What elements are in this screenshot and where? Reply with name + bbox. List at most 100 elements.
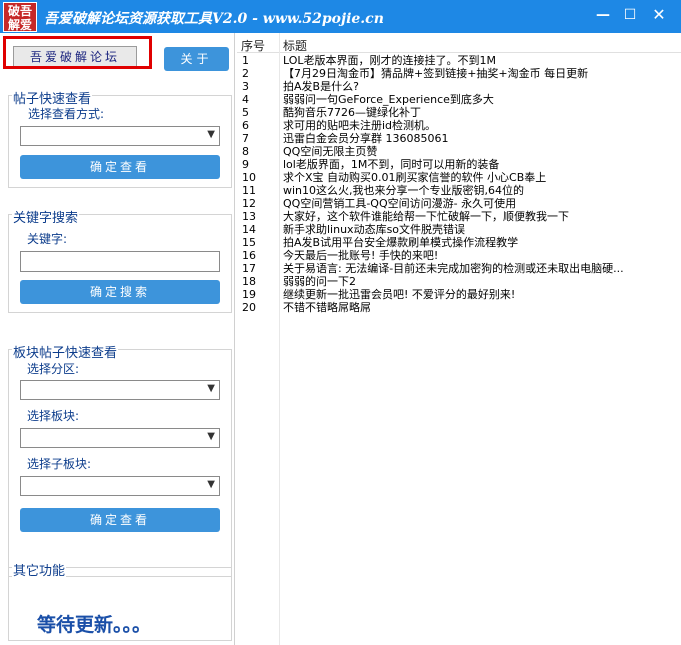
row-number: 10 — [242, 171, 256, 184]
table-row[interactable]: 18 弱弱的问一下2 — [237, 275, 681, 288]
view-mode-label: 选择查看方式: — [28, 107, 105, 121]
quick-view-confirm-button[interactable]: 确定查看 — [20, 155, 220, 179]
row-number: 13 — [242, 210, 256, 223]
keyword-search-button[interactable]: 确定搜索 — [20, 280, 220, 304]
row-number: 8 — [242, 145, 249, 158]
window-title: 吾爱破解论坛资源获取工具V2.0 - www.52pojie.cn — [44, 11, 384, 27]
row-title: 继续更新一批迅雷会员吧! 不爱评分的最好别来! — [283, 288, 516, 301]
keyword-search-title: 关键字搜索 — [12, 207, 80, 226]
table-row[interactable]: 4 弱弱问一句GeForce_Experience到底多大 — [237, 93, 681, 106]
row-title: QQ空间无限主页赞 — [283, 145, 378, 158]
keyword-label: 关键字: — [27, 232, 68, 246]
row-number: 6 — [242, 119, 249, 132]
row-number: 15 — [242, 236, 256, 249]
row-title: QQ空间营销工具-QQ空间访问漫游- 永久可使用 — [283, 197, 517, 210]
row-number: 4 — [242, 93, 249, 106]
thread-list[interactable]: 序号 标题 1 LOL老版本界面，刚才的连接挂了。不到1M 2 【7月29日淘金币】猜… — [237, 33, 681, 645]
table-row[interactable]: 16 今天最后一批账号! 手快的来吧! — [237, 249, 681, 262]
board-view-group: 板块帖子快速查看 选择分区: ▼ 选择板块: ▼ 选择子板块: ▼ 确定查看 — [8, 342, 232, 577]
row-number: 3 — [242, 80, 249, 93]
table-row[interactable]: 20 不错不错略屌略屌 — [237, 301, 681, 314]
table-row[interactable]: 8 QQ空间无限主页赞 — [237, 145, 681, 158]
board-view-title: 板块帖子快速查看 — [12, 342, 119, 361]
row-title: 新手求助linux动态库so文件脱壳错误 — [283, 223, 466, 236]
table-row[interactable]: 14 新手求助linux动态库so文件脱壳错误 — [237, 223, 681, 236]
row-number: 18 — [242, 275, 256, 288]
table-row[interactable]: 3 拍A发B是什么? — [237, 80, 681, 93]
row-title: 今天最后一批账号! 手快的来吧! — [283, 249, 439, 262]
subboard-label: 选择子板块: — [27, 457, 92, 471]
row-number: 14 — [242, 223, 256, 236]
table-row[interactable]: 11 win10这么火,我也来分享一个专业版密钥,64位的 — [237, 184, 681, 197]
row-title: 拍A发B试用平台安全爆款刷单模式操作流程教学 — [283, 236, 519, 249]
row-number: 1 — [242, 54, 249, 67]
table-row[interactable]: 17 关于易语言: 无法编译-目前还未完成加密狗的检测或还未取出电脑硬... — [237, 262, 681, 275]
table-row[interactable]: 2 【7月29日淘金币】猜品牌+签到链接+抽奖+淘金币 每日更新 — [237, 67, 681, 80]
board-select[interactable]: ▼ — [20, 428, 220, 448]
row-number: 5 — [242, 106, 249, 119]
row-title: LOL老版本界面，刚才的连接挂了。不到1M — [283, 54, 497, 67]
chevron-down-icon: ▼ — [207, 383, 215, 394]
minimize-button[interactable]: — — [590, 4, 616, 26]
row-title: 关于易语言: 无法编译-目前还未完成加密狗的检测或还未取出电脑硬... — [283, 262, 624, 275]
table-row[interactable]: 9 lol老版界面，1M不到，同时可以用新的装备 — [237, 158, 681, 171]
client-area: 吾爱破解论坛 关于 帖子快速查看 选择查看方式: ▼ 确定查看 关键字搜索 关键… — [0, 33, 681, 645]
row-title: 大家好，这个软件谁能给帮一下忙破解一下，顺便教我一下 — [283, 210, 569, 223]
row-title: 求个X宝 自动购买0.01刷买家信誉的软件 小心CB奉上 — [283, 171, 547, 184]
row-title: lol老版界面，1M不到，同时可以用新的装备 — [283, 158, 500, 171]
row-title: 弱弱的问一下2 — [283, 275, 356, 288]
section-select[interactable]: ▼ — [20, 380, 220, 400]
column-header-title[interactable]: 标题 — [283, 37, 307, 54]
row-number: 12 — [242, 197, 256, 210]
row-number: 9 — [242, 158, 249, 171]
table-row[interactable]: 7 迅雷白金会员分享群 136085061 — [237, 132, 681, 145]
row-title: 【7月29日淘金币】猜品牌+签到链接+抽奖+淘金币 每日更新 — [283, 67, 589, 80]
chevron-down-icon: ▼ — [207, 431, 215, 442]
row-title: win10这么火,我也来分享一个专业版密钥,64位的 — [283, 184, 525, 197]
section-label: 选择分区: — [27, 362, 80, 376]
chevron-down-icon: ▼ — [207, 129, 215, 140]
table-row[interactable]: 19 继续更新一批迅雷会员吧! 不爱评分的最好别来! — [237, 288, 681, 301]
row-title: 不错不错略屌略屌 — [283, 301, 371, 314]
row-number: 19 — [242, 288, 256, 301]
board-label: 选择板块: — [27, 409, 80, 423]
table-row[interactable]: 1 LOL老版本界面，刚才的连接挂了。不到1M — [237, 54, 681, 67]
row-number: 2 — [242, 67, 249, 80]
forum-button[interactable]: 吾爱破解论坛 — [13, 46, 137, 68]
row-number: 20 — [242, 301, 256, 314]
row-title: 迅雷白金会员分享群 136085061 — [283, 132, 449, 145]
close-button[interactable]: ✕ — [646, 4, 672, 26]
row-title: 拍A发B是什么? — [283, 80, 359, 93]
maximize-button[interactable]: ☐ — [617, 4, 643, 26]
keyword-search-group: 关键字搜索 关键字: 确定搜索 — [8, 207, 232, 313]
list-header: 序号 标题 — [237, 33, 681, 53]
row-number: 11 — [242, 184, 256, 197]
row-number: 16 — [242, 249, 256, 262]
subboard-select[interactable]: ▼ — [20, 476, 220, 496]
logo-line-2: 解爱 — [7, 18, 32, 32]
chevron-down-icon: ▼ — [207, 479, 215, 490]
view-mode-select[interactable]: ▼ — [20, 126, 220, 146]
logo-line-1: 破吾 — [7, 4, 32, 18]
table-row[interactable]: 6 求可用的贴吧未注册id检测机。 — [237, 119, 681, 132]
left-panel: 吾爱破解论坛 关于 帖子快速查看 选择查看方式: ▼ 确定查看 关键字搜索 关键… — [0, 33, 235, 645]
table-row[interactable]: 15 拍A发B试用平台安全爆款刷单模式操作流程教学 — [237, 236, 681, 249]
row-title: 弱弱问一句GeForce_Experience到底多大 — [283, 93, 494, 106]
quick-view-group: 帖子快速查看 选择查看方式: ▼ 确定查看 — [8, 88, 232, 188]
pending-update-text: 等待更新。。。 — [37, 614, 152, 636]
column-header-num[interactable]: 序号 — [241, 37, 265, 54]
table-row[interactable]: 12 QQ空间营销工具-QQ空间访问漫游- 永久可使用 — [237, 197, 681, 210]
title-bar: 破吾 解爱 吾爱破解论坛资源获取工具V2.0 - www.52pojie.cn … — [0, 0, 681, 33]
table-row[interactable]: 5 酷狗音乐7726—键绿化补丁 — [237, 106, 681, 119]
row-title: 求可用的贴吧未注册id检测机。 — [283, 119, 437, 132]
table-row[interactable]: 10 求个X宝 自动购买0.01刷买家信誉的软件 小心CB奉上 — [237, 171, 681, 184]
row-title: 酷狗音乐7726—键绿化补丁 — [283, 106, 421, 119]
keyword-input[interactable] — [20, 251, 220, 272]
row-number: 7 — [242, 132, 249, 145]
board-view-confirm-button[interactable]: 确定查看 — [20, 508, 220, 532]
about-button[interactable]: 关于 — [164, 47, 229, 71]
row-number: 17 — [242, 262, 256, 275]
other-functions-title: 其它功能 — [12, 560, 67, 579]
table-row[interactable]: 13 大家好，这个软件谁能给帮一下忙破解一下，顺便教我一下 — [237, 210, 681, 223]
app-logo: 破吾 解爱 — [3, 2, 37, 32]
